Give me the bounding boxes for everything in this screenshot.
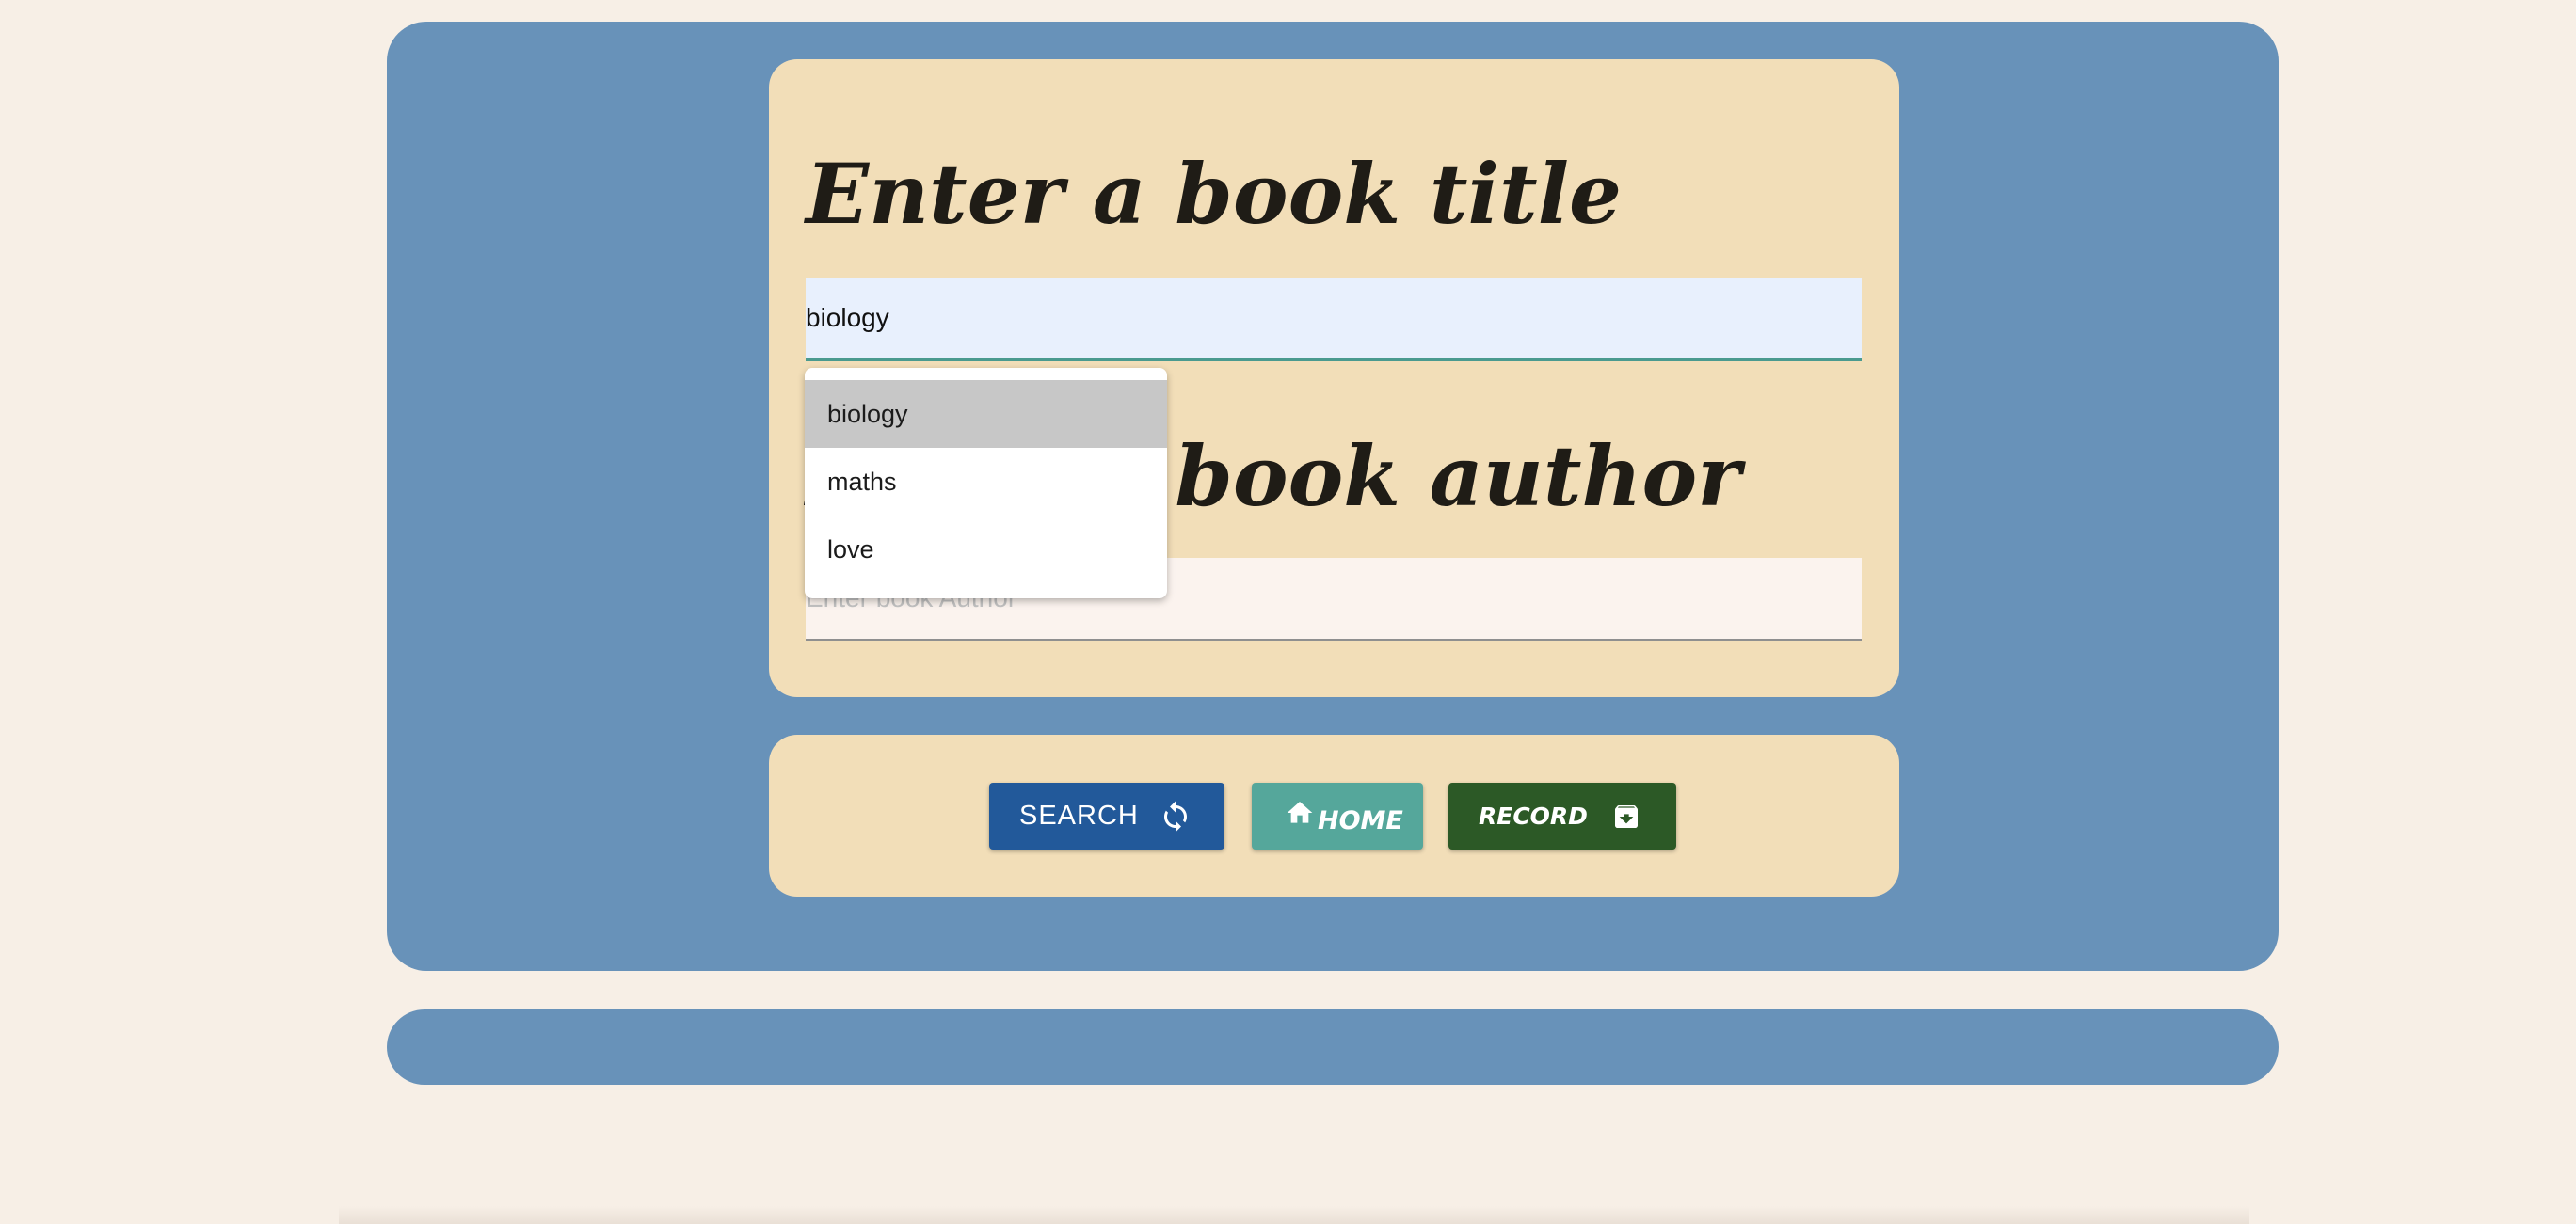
home-button[interactable]: HOME	[1252, 783, 1423, 850]
autocomplete-option-love[interactable]: love	[805, 516, 1167, 583]
title-autocomplete-dropdown: biology maths love	[805, 368, 1167, 598]
title-input[interactable]	[806, 278, 1862, 361]
search-button-label: SEARCH	[1019, 801, 1139, 831]
title-heading: Enter a book title	[806, 145, 1623, 243]
refresh-icon	[1164, 801, 1187, 833]
home-icon	[1287, 801, 1313, 823]
footer-bar	[387, 1009, 2279, 1085]
record-button-label: RECORD	[1479, 803, 1588, 830]
autocomplete-option-maths[interactable]: maths	[805, 448, 1167, 516]
archive-icon	[1615, 805, 1638, 828]
home-button-label: HOME	[1318, 806, 1403, 835]
search-button[interactable]: SEARCH	[989, 783, 1224, 850]
autocomplete-option-biology[interactable]: biology	[805, 380, 1167, 448]
record-button[interactable]: RECORD	[1448, 783, 1676, 850]
bottom-shadow	[339, 1206, 2249, 1224]
